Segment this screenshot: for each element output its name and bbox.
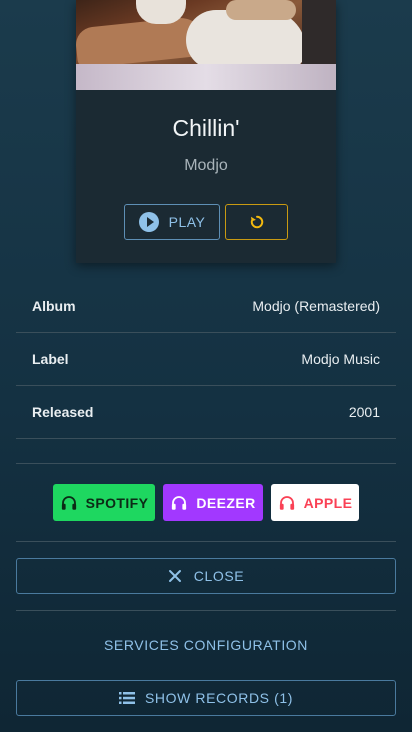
spotify-label: SPOTIFY bbox=[85, 494, 149, 511]
close-label: CLOSE bbox=[193, 568, 245, 584]
play-circle-icon bbox=[138, 212, 159, 232]
detail-value: Modjo (Remastered) bbox=[252, 298, 380, 314]
play-button[interactable]: PLAY bbox=[124, 204, 220, 240]
headphones-icon bbox=[61, 495, 76, 510]
deezer-label: DEEZER bbox=[196, 494, 256, 511]
track-card: Chillin' Modjo PLAY bbox=[76, 0, 336, 263]
detail-value: Modjo Music bbox=[301, 351, 380, 367]
apple-button[interactable]: APPLE bbox=[271, 484, 359, 521]
detail-row-released: Released 2001 bbox=[16, 386, 396, 439]
divider bbox=[16, 610, 396, 611]
refresh-button[interactable] bbox=[225, 204, 288, 240]
close-button[interactable]: CLOSE bbox=[16, 558, 396, 594]
detail-label: Label bbox=[32, 351, 69, 367]
album-art bbox=[76, 0, 336, 90]
track-title: Chillin' bbox=[172, 115, 240, 141]
play-label: PLAY bbox=[168, 214, 206, 230]
headphones-icon bbox=[172, 495, 187, 510]
show-records-label: SHOW RECORDS (1) bbox=[144, 690, 294, 706]
refresh-icon bbox=[250, 215, 263, 229]
detail-row-label: Label Modjo Music bbox=[16, 333, 396, 386]
track-artist: Modjo bbox=[184, 157, 228, 174]
details-list: Album Modjo (Remastered) Label Modjo Mus… bbox=[16, 280, 396, 439]
detail-label: Album bbox=[32, 298, 76, 314]
list-icon bbox=[118, 692, 135, 704]
show-records-button[interactable]: SHOW RECORDS (1) bbox=[16, 680, 396, 716]
deezer-button[interactable]: DEEZER bbox=[163, 484, 263, 521]
detail-row-album: Album Modjo (Remastered) bbox=[16, 280, 396, 333]
detail-label: Released bbox=[32, 404, 94, 420]
divider bbox=[16, 463, 396, 464]
services-configuration-link[interactable]: SERVICES CONFIGURATION bbox=[16, 633, 396, 657]
apple-label: APPLE bbox=[303, 494, 353, 511]
divider bbox=[16, 541, 396, 542]
spotify-button[interactable]: SPOTIFY bbox=[53, 484, 155, 521]
close-icon bbox=[168, 570, 181, 582]
detail-value: 2001 bbox=[348, 404, 380, 420]
headphones-icon bbox=[279, 495, 294, 510]
